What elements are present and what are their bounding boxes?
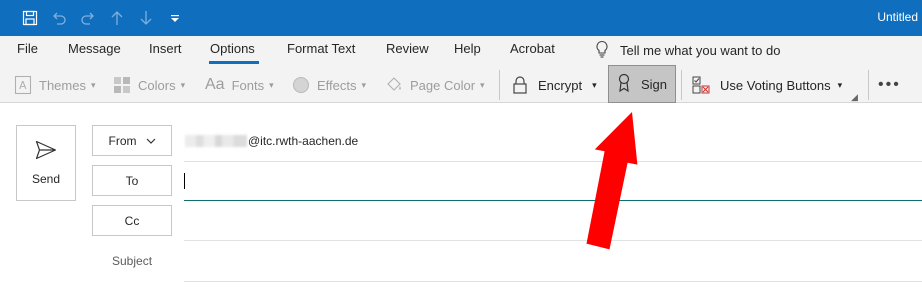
voting-label: Use Voting Buttons <box>720 77 831 93</box>
ribbon-separator <box>499 70 500 100</box>
lock-icon <box>512 75 528 95</box>
page-color-button[interactable]: Page Color ▾ <box>385 70 485 100</box>
cc-button[interactable]: Cc <box>92 205 172 236</box>
cc-label: Cc <box>124 213 140 228</box>
title-bar: Untitled <box>0 0 922 36</box>
tab-format-text[interactable]: Format Text <box>287 41 355 56</box>
chevron-down-icon: ▾ <box>361 79 367 90</box>
sign-label: Sign <box>640 76 668 92</box>
lightbulb-icon <box>595 40 609 61</box>
chevron-down-icon: ▾ <box>269 79 274 90</box>
page-color-label: Page Color <box>410 77 476 93</box>
colors-button[interactable]: Colors ▾ <box>113 70 185 100</box>
from-address: @itc.rwth-aachen.de <box>185 134 358 148</box>
svg-text:A: A <box>19 79 27 92</box>
tab-help[interactable]: Help <box>454 41 481 56</box>
chevron-down-icon <box>146 138 156 144</box>
themes-button[interactable]: A Themes ▾ <box>14 70 96 100</box>
dialog-launcher-icon[interactable]: ◢ <box>851 92 858 103</box>
paint-bucket-icon <box>385 75 403 95</box>
chevron-down-icon: ▾ <box>592 79 597 90</box>
chevron-down-icon: ▾ <box>180 79 186 90</box>
redo-icon[interactable] <box>73 0 102 36</box>
tab-message[interactable]: Message <box>68 41 121 56</box>
more-options-icon[interactable]: ••• <box>878 76 901 94</box>
send-icon <box>35 140 57 163</box>
down-arrow-icon[interactable] <box>131 0 160 36</box>
chevron-down-icon: ▾ <box>480 79 485 90</box>
tab-options[interactable]: Options <box>210 41 255 56</box>
subject-label: Subject <box>112 254 153 268</box>
customize-qat-icon[interactable] <box>160 0 189 36</box>
chevron-down-icon: ▾ <box>837 79 843 90</box>
colors-icon <box>113 76 131 94</box>
window-title: Untitled <box>877 10 918 24</box>
encrypt-label: Encrypt <box>538 77 583 93</box>
divider <box>184 161 922 162</box>
tab-file[interactable]: File <box>17 41 38 56</box>
themes-label: Themes <box>39 77 86 93</box>
undo-icon[interactable] <box>44 0 73 36</box>
up-arrow-icon[interactable] <box>102 0 131 36</box>
effects-label: Effects <box>317 77 357 93</box>
fonts-label: Fonts <box>231 77 265 93</box>
redacted-username <box>185 135 247 147</box>
to-label: To <box>125 173 139 188</box>
from-label: From <box>108 133 137 148</box>
subject-input[interactable] <box>184 281 922 282</box>
effects-icon <box>292 76 310 94</box>
active-tab-indicator <box>209 61 259 64</box>
certificate-ribbon-icon <box>617 73 631 96</box>
effects-button[interactable]: Effects ▾ <box>292 70 366 100</box>
tab-insert[interactable]: Insert <box>149 41 182 56</box>
chevron-down-icon: ▾ <box>90 79 96 90</box>
fonts-button[interactable]: Aa Fonts ▾ <box>205 70 274 100</box>
send-button[interactable]: Send <box>16 125 76 201</box>
send-label: Send <box>31 172 61 186</box>
sign-button[interactable]: Sign <box>608 65 676 103</box>
ribbon-separator <box>681 70 682 100</box>
to-input[interactable] <box>184 200 922 201</box>
tab-acrobat[interactable]: Acrobat <box>510 41 555 56</box>
tell-me-text: Tell me what you want to do <box>620 43 781 58</box>
tab-review[interactable]: Review <box>386 41 429 56</box>
use-voting-buttons-button[interactable]: Use Voting Buttons ▾ <box>692 70 842 100</box>
to-button[interactable]: To <box>92 165 172 196</box>
voting-icon <box>692 76 710 94</box>
themes-icon: A <box>14 75 32 95</box>
ribbon-separator <box>868 70 869 100</box>
save-icon[interactable] <box>15 0 44 36</box>
colors-label: Colors <box>138 77 176 93</box>
fonts-icon: Aa <box>205 76 225 93</box>
cc-input[interactable] <box>184 240 922 241</box>
text-cursor <box>184 173 185 189</box>
from-button[interactable]: From <box>92 125 172 156</box>
encrypt-button[interactable]: Encrypt ▾ <box>512 70 597 100</box>
tell-me-box[interactable]: Tell me what you want to do <box>595 40 780 61</box>
from-email-domain: @itc.rwth-aachen.de <box>248 134 359 148</box>
